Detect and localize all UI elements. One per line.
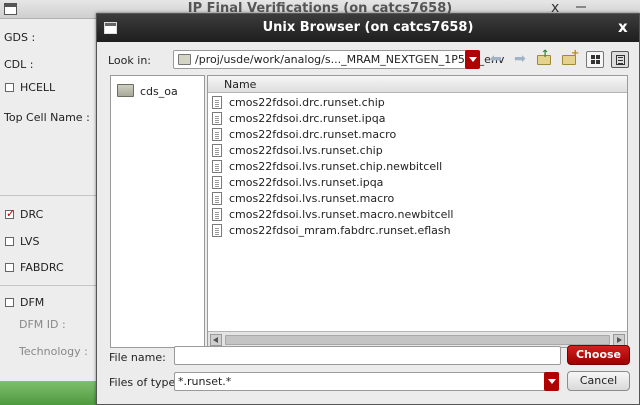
hcell-checkbox[interactable] <box>5 83 14 92</box>
grid-view-icon[interactable] <box>586 51 604 68</box>
folder-icon <box>178 54 191 65</box>
list-item[interactable]: cmos22fdsoi.drc.runset.macro <box>212 127 612 143</box>
new-folder-icon[interactable] <box>560 48 579 68</box>
drc-label: DRC <box>20 208 44 221</box>
look-in-label: Look in: <box>108 54 151 67</box>
chevron-down-icon[interactable] <box>465 50 480 69</box>
list-item[interactable]: cmos22fdsoi.lvs.runset.chip.newbitcell <box>212 159 612 175</box>
dfm-id-label: DFM ID : <box>19 318 66 331</box>
list-item[interactable]: cmos22fdsoi.lvs.runset.chip <box>212 143 612 159</box>
list-item[interactable]: cmos22fdsoi.drc.runset.chip <box>212 95 612 111</box>
drc-checkbox[interactable] <box>5 207 15 220</box>
file-name-label: File name: <box>109 351 166 364</box>
document-icon <box>212 224 222 237</box>
document-icon <box>212 112 222 125</box>
list-item[interactable]: cmos22fdsoi.lvs.runset.macro.newbitcell <box>212 207 612 223</box>
divider <box>0 195 96 196</box>
column-header-name[interactable]: Name <box>208 76 627 93</box>
top-cell-name-label: Top Cell Name : <box>4 111 90 124</box>
choose-button[interactable]: Choose <box>567 345 630 365</box>
file-list: Name cmos22fdsoi.drc.runset.chip cmos22f… <box>207 75 628 348</box>
document-icon <box>212 160 222 173</box>
gds-label: GDS : <box>4 31 36 44</box>
document-icon <box>212 144 222 157</box>
list-item[interactable]: cmos22fdsoi.lvs.runset.ipqa <box>212 175 612 191</box>
fabdrc-label: FABDRC <box>20 261 64 274</box>
scrollbar-thumb[interactable] <box>225 335 610 345</box>
files-of-type-value: *.runset.* <box>178 375 232 388</box>
list-item[interactable]: cmos22fdsoi_mram.fabdrc.runset.eflash <box>212 223 612 239</box>
document-icon <box>212 128 222 141</box>
file-name: cmos22fdsoi.drc.runset.ipqa <box>229 112 386 125</box>
sidebar-item-label: cds_oa <box>140 85 178 98</box>
file-name: cmos22fdsoi.drc.runset.macro <box>229 128 397 141</box>
cdl-label: CDL : <box>4 58 34 71</box>
column-header-label: Name <box>224 78 257 91</box>
file-name: cmos22fdsoi.lvs.runset.macro.newbitcell <box>229 208 454 221</box>
file-name: cmos22fdsoi.lvs.runset.chip.newbitcell <box>229 160 443 173</box>
lvs-label: LVS <box>20 235 40 248</box>
cancel-button[interactable]: Cancel <box>567 371 630 391</box>
file-name-field[interactable] <box>174 346 561 365</box>
close-icon[interactable]: x <box>618 18 628 36</box>
dialog-titlebar[interactable]: Unix Browser (on catcs7658) x <box>97 14 639 42</box>
file-name: cmos22fdsoi_mram.fabdrc.runset.eflash <box>229 224 451 237</box>
document-icon <box>212 208 222 221</box>
dfm-checkbox[interactable] <box>5 298 14 307</box>
divider <box>0 285 96 286</box>
files-of-type-label: Files of type: <box>109 376 180 389</box>
lvs-checkbox[interactable] <box>5 237 14 246</box>
folder-icon <box>117 84 134 97</box>
sidebar-pane: cds_oa <box>110 75 205 348</box>
document-icon <box>212 96 222 109</box>
fabdrc-checkbox[interactable] <box>5 263 14 272</box>
list-item[interactable]: cmos22fdsoi.drc.runset.ipqa <box>212 111 612 127</box>
look-in-path: /proj/usde/work/analog/s..._MRAM_NEXTGEN… <box>195 53 505 66</box>
chevron-down-icon[interactable] <box>544 372 559 391</box>
look-in-combobox[interactable]: /proj/usde/work/analog/s..._MRAM_NEXTGEN… <box>173 50 504 69</box>
minimize-icon[interactable] <box>576 6 586 8</box>
dialog-title: Unix Browser (on catcs7658) <box>262 20 474 35</box>
document-icon <box>212 176 222 189</box>
file-name: cmos22fdsoi.lvs.runset.macro <box>229 192 395 205</box>
forward-arrow-icon[interactable]: ➡ <box>511 51 529 68</box>
file-name: cmos22fdsoi.drc.runset.chip <box>229 96 385 109</box>
list-view-icon[interactable] <box>611 51 629 68</box>
files-of-type-combobox[interactable]: *.runset.* <box>174 372 559 391</box>
file-name: cmos22fdsoi.lvs.runset.ipqa <box>229 176 384 189</box>
list-item[interactable]: cmos22fdsoi.lvs.runset.macro <box>212 191 612 207</box>
unix-browser-dialog: Unix Browser (on catcs7658) x Look in: /… <box>96 13 640 405</box>
technology-label: Technology : <box>19 345 88 358</box>
document-icon <box>212 192 222 205</box>
back-arrow-icon[interactable]: ⬅ <box>487 51 505 68</box>
desktop-background <box>0 381 98 405</box>
parent-folder-icon[interactable] <box>535 49 553 68</box>
scroll-left-icon[interactable] <box>210 334 222 346</box>
file-name: cmos22fdsoi.lvs.runset.chip <box>229 144 383 157</box>
horizontal-scrollbar[interactable] <box>208 331 627 347</box>
dfm-label: DFM <box>20 296 45 309</box>
hcell-label: HCELL <box>20 81 56 94</box>
